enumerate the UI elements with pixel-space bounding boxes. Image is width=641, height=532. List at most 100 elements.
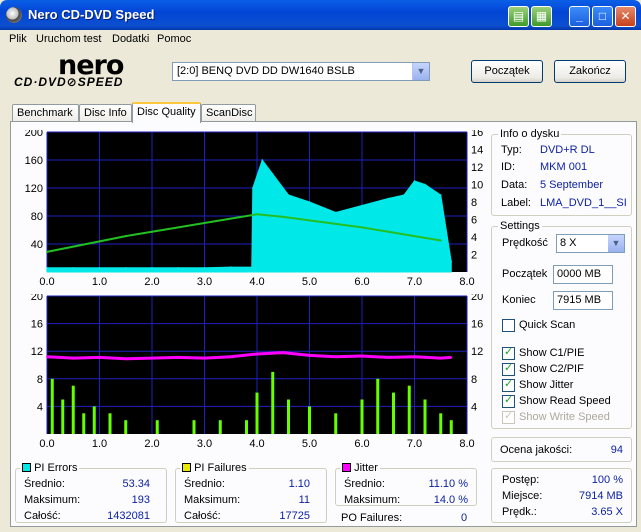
drive-select[interactable]: [2:0] BENQ DVD DD DW1640 BSLB ▼ [172,62,430,81]
pi-failures-bar [61,399,65,434]
jitter-point [387,356,390,359]
menu-dodatki[interactable]: Dodatki [112,33,149,45]
start-field[interactable]: 0000 MB [553,265,613,284]
minimize-button[interactable]: _ [569,6,590,27]
pi-failures-max-value: 11 [298,494,310,506]
x-tick-label: 0.0 [39,276,54,288]
drive-select-value: [2:0] BENQ DVD DD DW1640 BSLB [177,65,355,77]
disc-type-value: DVD+R DL [540,144,595,156]
menu-pomoc[interactable]: Pomoc [157,33,191,45]
menu-plik[interactable]: Plik [9,33,27,45]
end-field[interactable]: 7915 MB [553,291,613,310]
pi-failures-avg-label: Średnio: [184,478,225,490]
x-tick-label: 3.0 [197,438,212,450]
settings-title: Settings [498,220,542,232]
disc-info-group: Info o dysku Typ: DVD+R DL ID: MKM 001 D… [491,128,632,216]
read-speed-point [413,235,416,238]
disc-type-label: Typ: [501,144,522,156]
pi-errors-swatch [22,463,31,472]
show-jitter-label: Show Jitter [519,379,574,391]
show-c2-label: Show C2/PIF [519,363,584,375]
y-tick-label: 4 [37,401,43,413]
pi-failures-chart: 0.0 1.0 2.0 3.0 4.0 5.0 6.0 7.0 8.0 20 16 12 8 4 20 16 1… [31,294,484,450]
disc-info-title: Info o dysku [498,128,562,140]
x-tick-label: 5.0 [302,276,317,288]
pi-errors-total-value: 1432081 [107,510,150,522]
pi-errors-point [151,267,153,269]
show-read-speed-checkbox[interactable] [502,393,515,408]
read-speed-point [282,215,285,218]
mode-icon-button[interactable]: ▤ [508,6,529,27]
save-icon-button[interactable]: ▦ [531,6,552,27]
pi-failures-bar [218,420,222,434]
position-value: 7914 MB [578,490,623,502]
disc-quality-panel: 0.0 1.0 2.0 3.0 4.0 5.0 6.0 7.0 8.0 200 160 120 80 40… [10,121,637,527]
pi-errors-point [177,267,180,269]
pi-errors-point [72,267,75,269]
pi-errors-point [439,194,442,196]
jitter-point [413,355,416,358]
tab-disc-info[interactable]: Disc Info [79,104,132,122]
pi-failures-bar [92,406,96,434]
pi-failures-bar [271,371,275,434]
progress-label: Postęp: [502,474,540,486]
pi-errors-point [450,260,453,263]
show-jitter-checkbox[interactable] [502,377,515,392]
disc-date-value: 5 September [540,179,603,191]
speed-select[interactable]: 8 X ▼ [556,234,625,253]
start-label: Początek [502,268,548,280]
pi-failures-bar [192,420,196,434]
tab-disc-quality[interactable]: Disc Quality [132,102,201,123]
jitter-point [450,356,453,359]
window-title: Nero CD-DVD Speed [28,7,155,22]
show-c2-checkbox[interactable] [502,361,515,376]
pi-errors-point [387,197,390,200]
disc-id-value: MKM 001 [540,161,588,173]
pi-failures-bar [308,406,311,434]
read-speed-point [203,222,206,224]
menu-uruchom-test[interactable]: Uruchom test [36,33,101,45]
show-c1-checkbox[interactable] [502,345,515,360]
y-tick-label: 12 [31,346,43,358]
exit-button[interactable]: Zakończ [554,60,626,83]
chevron-down-icon[interactable]: ▼ [608,235,624,252]
settings-group: Settings Prędkość 8 X ▼ Początek 0000 MB… [491,220,632,429]
pi-errors-point [271,173,274,175]
y-tick-label: 20 [31,294,43,303]
read-speed-point [256,213,258,216]
pi-failures-bar [108,413,112,434]
x-tick-label: 6.0 [354,276,369,288]
x-tick-label: 2.0 [144,276,159,288]
pi-errors-point [403,194,405,196]
x-tick-label: 1.0 [92,438,107,450]
pi-errors-point [334,211,337,214]
x-tick-label: 0.0 [39,438,54,450]
speed-readout-value: 3.65 X [591,506,623,518]
pi-errors-point [261,159,264,161]
tab-benchmark[interactable]: Benchmark [12,104,79,122]
start-button[interactable]: Początek [471,60,543,83]
close-button[interactable]: ✕ [615,6,636,27]
pi-errors-point [229,266,232,268]
jitter-point [361,355,363,358]
pi-failures-bar [423,399,427,434]
pi-errors-point [252,187,254,189]
pi-failures-bar [82,413,86,434]
tab-scandisc[interactable]: ScanDisc [201,104,256,122]
pi-errors-avg-label: Średnio: [24,478,65,490]
jitter-max-label: Maksimum: [344,494,401,506]
pi-errors-total-label: Całość: [24,510,61,522]
pi-errors-point [203,267,206,269]
jitter-point [334,355,337,358]
maximize-button[interactable]: □ [592,6,613,27]
y-tick-label: 80 [31,211,43,223]
x-tick-label: 4.0 [249,276,264,288]
pi-failures-title-text: PI Failures [194,462,247,474]
pi-failures-total-value: 17725 [279,510,310,522]
pi-failures-bar [360,399,364,434]
pi-errors-point [424,183,426,186]
jitter-point [46,355,48,358]
chevron-down-icon[interactable]: ▼ [412,63,429,80]
pi-failures-bar [155,420,159,434]
quick-scan-checkbox[interactable] [502,319,515,332]
